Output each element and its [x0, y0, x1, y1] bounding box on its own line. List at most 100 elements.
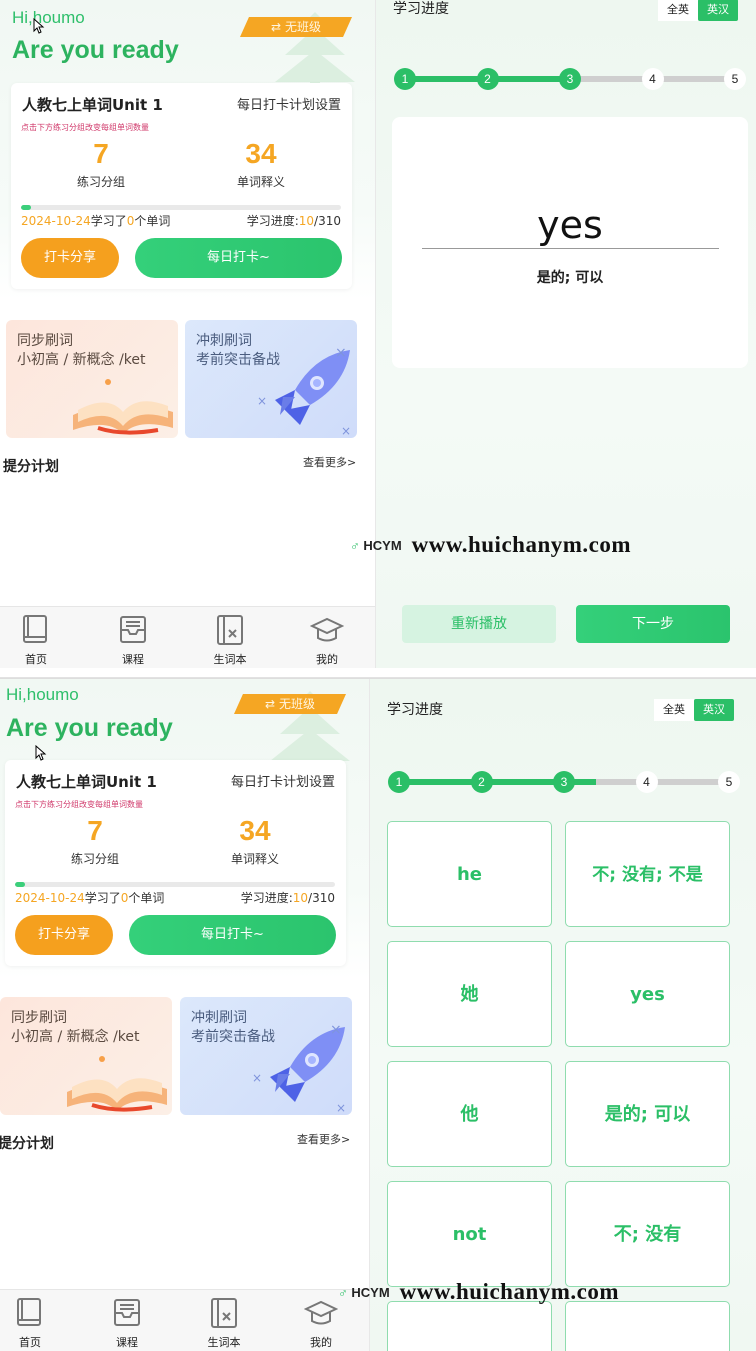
tab-home[interactable]: 首页	[0, 1296, 60, 1350]
progress-title: 学习进度	[387, 702, 443, 718]
match-tile[interactable]: 不; 没有; 不是	[565, 821, 730, 927]
book-icon	[17, 1298, 41, 1326]
match-tile[interactable]: yes	[565, 941, 730, 1047]
svg-text:×: ×	[335, 345, 347, 361]
svg-text:×: ×	[257, 394, 267, 408]
swap-icon: ⇄	[264, 697, 276, 711]
match-tile[interactable]: 他	[387, 1061, 552, 1167]
step-3: 3	[553, 771, 575, 793]
watermark-logo: ♂ HCYM	[350, 537, 402, 553]
current-word: yes	[537, 203, 603, 247]
practice-panel: 学习进度 全英 英汉 1 2 3 4 5 yes 是的; 可以 重新播放 下一步	[376, 0, 756, 668]
greeting: Hi,houmo	[6, 685, 79, 704]
graduation-cap-icon	[304, 1300, 338, 1325]
screenshot-top: Hi,houmo Are you ready ⇄ 无班级 人教七上单词Unit 1…	[0, 0, 756, 668]
tab-wordbook[interactable]: 生词本	[200, 613, 260, 667]
inbox-icon	[114, 1299, 140, 1326]
daily-plan-setting-link[interactable]: 每日打卡计划设置	[237, 94, 341, 113]
svg-text:×: ×	[252, 1071, 262, 1085]
match-tile[interactable]: he	[387, 821, 552, 927]
step-progress: 1 2 3 4 5	[388, 770, 740, 794]
step-4: 4	[635, 771, 658, 793]
share-button[interactable]: 打卡分享	[15, 915, 113, 955]
word-card: yes 是的; 可以	[392, 117, 748, 368]
home-panel: Hi,houmo Are you ready ⇄ 无班级 人教七上单词Unit 1…	[0, 0, 376, 668]
plan-section-title: 提分计划	[0, 1136, 54, 1152]
watermark: ♂ HCYM www.huichanym.com	[338, 1276, 619, 1308]
tab-course[interactable]: 课程	[97, 1296, 157, 1350]
group-hint: 点击下方练习分组改变每组单词数量	[15, 800, 143, 809]
book-title[interactable]: 人教七上单词Unit 1	[16, 771, 157, 792]
book-icon	[23, 615, 47, 643]
tab-bar: 首页 课程 生词本 我的	[0, 606, 375, 668]
promo-sprint-words[interactable]: 冲刺刷词 考前突击备战 × × ×	[180, 997, 352, 1115]
learned-summary: 2024-10-24学习了0个单词	[15, 891, 165, 905]
progress-title: 学习进度	[393, 1, 449, 17]
see-more-link[interactable]: 查看更多>	[297, 1131, 350, 1147]
plan-section-title: 提分计划	[3, 459, 59, 475]
home-panel: Hi,houmo Are you ready ⇄ 无班级 人教七上单词Unit 1…	[0, 679, 370, 1351]
lang-english-chinese-button[interactable]: 英汉	[698, 0, 738, 21]
step-4: 4	[641, 68, 664, 90]
next-step-button[interactable]: 下一步	[576, 605, 730, 643]
stat-groups[interactable]: 7 练习分组	[46, 137, 156, 190]
checkin-button[interactable]: 每日打卡~	[129, 915, 336, 955]
open-book-icon	[73, 379, 173, 435]
group-hint: 点击下方练习分组改变每组单词数量	[21, 123, 149, 132]
match-tile[interactable]	[387, 1301, 552, 1351]
wordbook-icon	[211, 1298, 237, 1328]
promo-sprint-words[interactable]: 冲刺刷词 考前突击备战 × × ×	[185, 320, 357, 438]
language-toggle: 全英 英汉	[654, 699, 734, 721]
study-progress-bar	[15, 882, 335, 887]
tab-mine[interactable]: 我的	[297, 613, 357, 667]
promo-sync-words[interactable]: 同步刷词 小初高 / 新概念 /ket	[6, 320, 178, 438]
inbox-icon	[120, 616, 146, 643]
mouse-cursor-icon	[33, 18, 45, 34]
match-tile[interactable]: 是的; 可以	[565, 1061, 730, 1167]
replay-button[interactable]: 重新播放	[402, 605, 556, 643]
headline: Are you ready	[12, 36, 179, 64]
tab-wordbook[interactable]: 生词本	[194, 1296, 254, 1350]
match-tile[interactable]: not	[387, 1181, 552, 1287]
see-more-link[interactable]: 查看更多>	[303, 454, 356, 470]
share-button[interactable]: 打卡分享	[21, 238, 119, 278]
watermark: ♂ HCYM www.huichanym.com	[350, 529, 631, 561]
watermark-url: www.huichanym.com	[411, 532, 632, 557]
step-2: 2	[476, 68, 499, 90]
match-tile[interactable]: 不; 没有	[565, 1181, 730, 1287]
step-3: 3	[559, 68, 581, 90]
tab-home[interactable]: 首页	[6, 613, 66, 667]
lang-all-english-button[interactable]: 全英	[658, 0, 698, 21]
tab-course[interactable]: 课程	[103, 613, 163, 667]
svg-text:×: ×	[336, 1101, 346, 1115]
stat-meanings[interactable]: 34 单词释义	[206, 137, 316, 190]
word-meaning: 是的; 可以	[536, 270, 604, 286]
stat-meanings[interactable]: 34 单词释义	[200, 814, 310, 867]
watermark-logo: ♂ HCYM	[338, 1284, 390, 1300]
match-tile[interactable]	[565, 1301, 730, 1351]
class-tag[interactable]: ⇄ 无班级	[240, 17, 352, 37]
match-tile[interactable]: 她	[387, 941, 552, 1047]
step-5: 5	[718, 771, 740, 793]
language-toggle: 全英 英汉	[658, 0, 738, 21]
watermark-url: www.huichanym.com	[399, 1279, 620, 1304]
stat-groups[interactable]: 7 练习分组	[40, 814, 150, 867]
class-tag[interactable]: ⇄ 无班级	[234, 694, 346, 714]
checkin-button[interactable]: 每日打卡~	[135, 238, 342, 278]
step-1: 1	[388, 771, 410, 793]
lang-english-chinese-button[interactable]: 英汉	[694, 699, 734, 721]
lang-all-english-button[interactable]: 全英	[654, 699, 694, 721]
study-card: 人教七上单词Unit 1 每日打卡计划设置 点击下方练习分组改变每组单词数量 7…	[5, 760, 346, 966]
mouse-cursor-icon	[35, 745, 47, 761]
promo-sync-words[interactable]: 同步刷词 小初高 / 新概念 /ket	[0, 997, 172, 1115]
learned-summary: 2024-10-24学习了0个单词	[21, 214, 171, 228]
matching-panel: 学习进度 全英 英汉 1 2 3 4 5 he 不; 没有; 不是 她 yes 他 是的…	[370, 679, 756, 1351]
swap-icon: ⇄	[270, 20, 282, 34]
progress-readout: 学习进度:10/310	[240, 891, 335, 905]
tab-bar: 首页 课程 生词本 我的	[0, 1289, 369, 1351]
step-1: 1	[394, 68, 416, 90]
daily-plan-setting-link[interactable]: 每日打卡计划设置	[231, 771, 335, 790]
study-progress-bar	[21, 205, 341, 210]
headline: Are you ready	[6, 714, 173, 742]
book-title[interactable]: 人教七上单词Unit 1	[22, 94, 163, 115]
